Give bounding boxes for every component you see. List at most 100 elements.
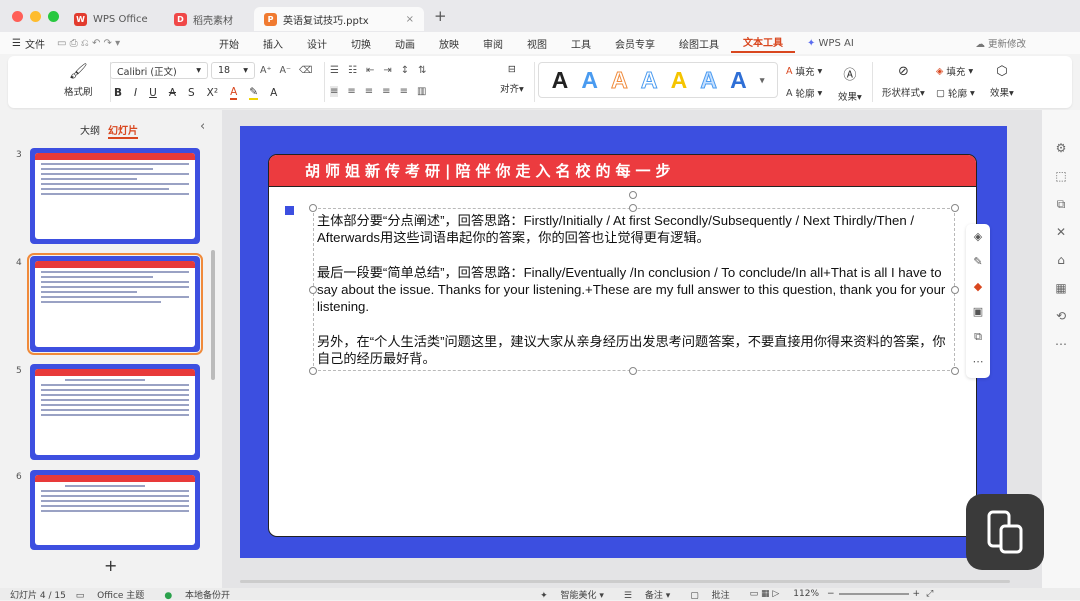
fit-window-icon[interactable]: ⤢ (926, 589, 933, 599)
zoom-in-icon[interactable]: + (913, 589, 921, 599)
outdent-icon[interactable]: ⇤ (366, 65, 374, 76)
history-icon[interactable]: ⟲ (1042, 302, 1080, 330)
slide-paragraph[interactable]: 最后一段要“简单总结”，回答思路：Finally/Eventually /In … (317, 264, 951, 315)
zoom-level[interactable]: 112% (793, 589, 819, 599)
wordart-style-blue-outline[interactable]: A (640, 66, 658, 94)
more-options-icon[interactable]: ⋯ (966, 349, 990, 374)
clear-format-icon[interactable]: ⌫ (299, 65, 312, 76)
tools-icon[interactable]: ✕ (1042, 218, 1080, 246)
char-format-icon[interactable]: A (270, 87, 277, 99)
menu-slideshow[interactable]: 放映 (427, 36, 471, 51)
strikethrough-icon[interactable]: A (169, 87, 176, 99)
horizontal-scrollbar[interactable] (240, 580, 1010, 583)
decrease-font-icon[interactable]: A⁻ (280, 65, 292, 76)
quick-access-toolbar[interactable]: ▭ ⎙ ⎌ ↶ ↷ ▾ (57, 38, 207, 49)
number-list-icon[interactable]: ☷ (348, 65, 357, 76)
slide-thumbnail-6[interactable] (30, 470, 200, 550)
panel-scrollbar[interactable] (211, 250, 215, 380)
resize-handle[interactable] (629, 204, 637, 212)
menu-file[interactable]: 文件 (25, 36, 57, 51)
menu-design[interactable]: 设计 (295, 36, 339, 51)
indent-icon[interactable]: ⇥ (383, 65, 391, 76)
wordart-more-icon[interactable]: ▾ (760, 75, 765, 86)
pen-icon[interactable]: ✎ (966, 249, 990, 274)
menu-drawing-tools[interactable]: 绘图工具 (667, 36, 731, 51)
notes-button[interactable]: ☰ 备注 ▾ (624, 588, 670, 601)
shape-fill-button[interactable]: ◈ 填充 ▾ (936, 64, 973, 79)
resize-handle[interactable] (309, 204, 317, 212)
font-size-select[interactable]: 18 ▾ (211, 62, 255, 79)
wordart-style-black[interactable]: A (552, 67, 569, 94)
format-painter-button[interactable]: 🖌 格式刷 (64, 62, 93, 98)
slide-thumbnail-5[interactable] (30, 364, 200, 460)
theme-name[interactable]: ▭ Office 主题 (76, 588, 145, 601)
menu-transition[interactable]: 切换 (339, 36, 383, 51)
text-direction-icon[interactable]: ⇅ (418, 65, 426, 76)
menu-review[interactable]: 审阅 (471, 36, 515, 51)
superscript-icon[interactable]: X² (207, 87, 218, 99)
wordart-style-yellow[interactable]: A (671, 67, 688, 94)
minimize-window-button[interactable] (30, 10, 41, 22)
justify-icon[interactable]: ≡ (382, 86, 390, 97)
resize-handle[interactable] (951, 204, 959, 212)
increase-font-icon[interactable]: A⁺ (260, 65, 272, 76)
bullet-list-icon[interactable]: ☰ (330, 65, 339, 76)
highlight-icon[interactable]: ✎ (249, 86, 259, 100)
shape-effect-button[interactable]: ⬡ 效果▾ (990, 64, 1014, 99)
resize-handle[interactable] (309, 367, 317, 375)
font-name-select[interactable]: Calibri (正文) ▾ (110, 62, 208, 79)
distribute-icon[interactable]: ≡ (400, 86, 408, 97)
comments-button[interactable]: ▢ 批注 (690, 588, 729, 601)
fill-icon[interactable]: ◆ (966, 274, 990, 299)
wordart-style-blue[interactable]: A (581, 67, 598, 94)
bold-icon[interactable]: B (114, 87, 122, 99)
text-outline-button[interactable]: A 轮廓 ▾ (786, 86, 822, 101)
outline-icon[interactable]: ▣ (966, 299, 990, 324)
menu-member[interactable]: 会员专享 (603, 36, 667, 51)
shape-style-button[interactable]: ⊘ 形状样式▾ (882, 64, 925, 99)
collapse-panel-icon[interactable]: ‹ (200, 119, 205, 134)
wordart-style-orange-outline[interactable]: A (611, 66, 629, 94)
align-left-icon[interactable]: ≡ (330, 86, 339, 97)
resize-handle[interactable] (951, 367, 959, 375)
wordart-style-light-blue[interactable]: A (700, 66, 718, 94)
resize-handle[interactable] (309, 286, 317, 294)
slide-thumbnail-3[interactable] (30, 148, 200, 244)
menu-tools[interactable]: 工具 (559, 36, 603, 51)
menu-animation[interactable]: 动画 (383, 36, 427, 51)
tab-document[interactable]: P 英语复试技巧.pptx × (254, 7, 424, 31)
resize-handle[interactable] (951, 286, 959, 294)
maximize-window-button[interactable] (48, 10, 59, 22)
more-icon[interactable]: ⋯ (1042, 330, 1080, 358)
menu-home[interactable]: 开始 (207, 36, 251, 51)
smart-beautify-button[interactable]: ✦ 智能美化 ▾ (540, 588, 604, 601)
image-icon[interactable]: ▦ (1042, 274, 1080, 302)
text-effect-button[interactable]: Ⓐ 效果▾ (838, 64, 862, 103)
menu-insert[interactable]: 插入 (251, 36, 295, 51)
copy-style-icon[interactable]: ⧉ (966, 324, 990, 349)
tab-docer[interactable]: D 稻壳素材 (164, 7, 254, 31)
properties-icon[interactable]: ⚙ (1042, 134, 1080, 162)
add-slide-button[interactable]: + (104, 556, 117, 575)
slide-paragraph[interactable]: 主体部分要“分点阐述”，回答思路：Firstly/Initially / At … (317, 212, 951, 246)
backup-status[interactable]: ● 本地备份开 (154, 588, 230, 601)
arrange-icon[interactable]: ⧉ (1042, 190, 1080, 218)
tab-slides[interactable]: 幻灯片 (108, 122, 138, 139)
tab-wps-office[interactable]: W WPS Office (64, 7, 164, 31)
menu-text-tools[interactable]: 文本工具 (730, 34, 795, 53)
new-tab-icon[interactable]: + (434, 7, 447, 25)
close-window-button[interactable] (12, 10, 23, 22)
resize-handle[interactable] (629, 367, 637, 375)
wordart-style-dark-blue[interactable]: A (730, 67, 747, 94)
floating-device-icon[interactable] (966, 494, 1044, 570)
italic-icon[interactable]: I (134, 87, 137, 99)
slide-paragraph[interactable]: 另外，在“个人生活类”问题这里，建议大家从亲身经历出发思考问题答案，不要直接用你… (317, 333, 951, 367)
align-center-icon[interactable]: ≡ (347, 86, 355, 97)
text-fill-button[interactable]: A 填充 ▾ (786, 64, 822, 79)
shirt-icon[interactable]: ⌂ (1042, 246, 1080, 274)
columns-icon[interactable]: ▥ (417, 86, 426, 97)
underline-icon[interactable]: U (149, 87, 157, 99)
shape-outline-button[interactable]: ▢ 轮廓 ▾ (936, 86, 975, 101)
line-spacing-icon[interactable]: ↕ (401, 65, 409, 76)
zoom-slider[interactable] (838, 593, 909, 595)
